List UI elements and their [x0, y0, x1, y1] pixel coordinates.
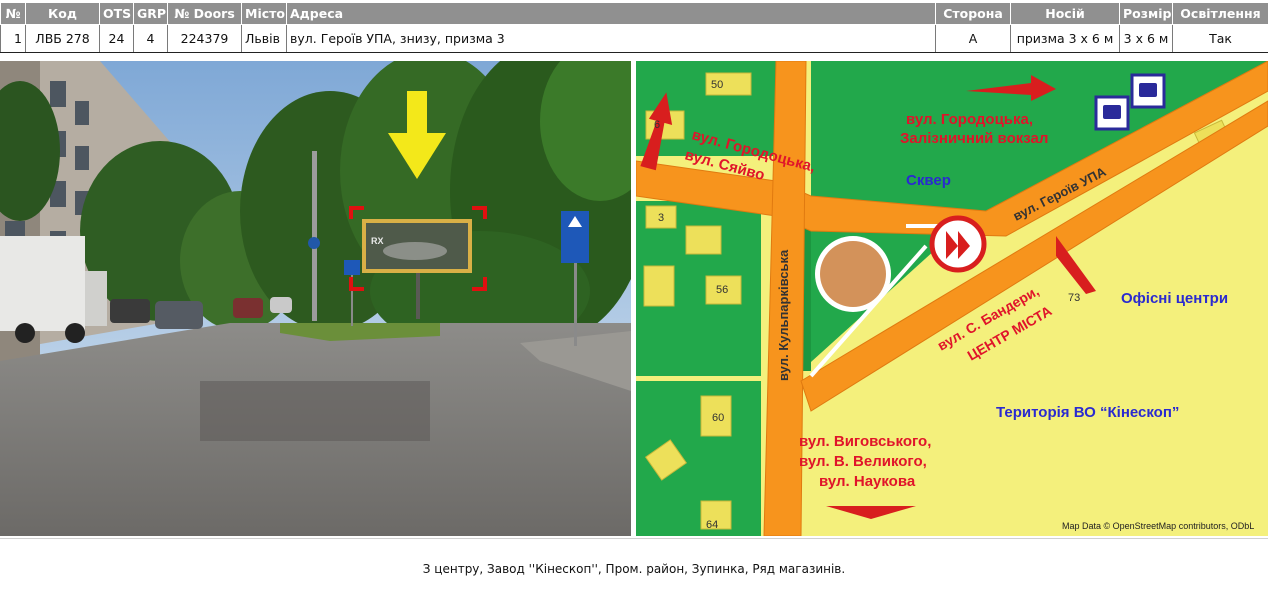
- house-number: 50: [711, 79, 723, 91]
- house-number: 6: [654, 119, 660, 131]
- header-address: Адреса: [286, 2, 936, 25]
- place-label: Сквер: [906, 172, 951, 189]
- cell-lighting: Так: [1172, 24, 1268, 53]
- cell-side: А: [935, 24, 1011, 53]
- street-label: вул. Кульпарківська: [776, 249, 791, 381]
- header-grp: GRP: [133, 2, 168, 25]
- house-number: 73: [1068, 292, 1080, 304]
- place-label: Офісні центри: [1121, 290, 1228, 307]
- cell-size: 3 х 6 м: [1119, 24, 1173, 53]
- header-carrier: Носій: [1010, 2, 1120, 25]
- location-map: 50 6 3 56 60 64 73 вул. Городоцька, вул.…: [636, 61, 1268, 536]
- header-doors: № Doors: [167, 2, 242, 25]
- header-city: Місто: [241, 2, 287, 25]
- cell-ots: 24: [99, 24, 134, 53]
- cell-grp: 4: [133, 24, 168, 53]
- header-side: Сторона: [935, 2, 1011, 25]
- cell-city: Львів: [241, 24, 287, 53]
- house-number: 60: [712, 412, 724, 424]
- header-code: Код: [25, 2, 100, 25]
- cell-code: ЛВБ 278: [25, 24, 100, 53]
- bus-stop-icon: [1094, 95, 1130, 131]
- cell-carrier: призма 3 х 6 м: [1010, 24, 1120, 53]
- table-header-row: № Код OTS GRP № Doors Місто Адреса Сторо…: [0, 2, 1268, 25]
- house-number: 64: [706, 519, 718, 531]
- header-size: Розмір: [1119, 2, 1173, 25]
- street-label: вул. В. Великого,: [799, 453, 927, 470]
- ad-location-table: № Код OTS GRP № Doors Місто Адреса Сторо…: [0, 2, 1268, 53]
- street-label: вул. Наукова: [819, 473, 916, 490]
- place-label: Територія ВО “Кінескоп”: [996, 404, 1179, 421]
- map-attribution: Map Data © OpenStreetMap contributors, O…: [1062, 521, 1254, 531]
- billboard-brand: RX: [371, 236, 384, 246]
- cell-doors: 224379: [167, 24, 242, 53]
- header-ots: OTS: [99, 2, 134, 25]
- table-bottom-divider: [0, 52, 1268, 53]
- house-number: 3: [658, 212, 664, 224]
- location-caption: З центру, Завод ''Кінескоп'', Пром. райо…: [422, 562, 846, 576]
- location-photo: RX: [0, 61, 631, 536]
- street-label: вул. Городоцька,: [906, 111, 1033, 128]
- header-num: №: [0, 2, 26, 25]
- bus-stop-icon: [1130, 73, 1166, 109]
- content-divider: [0, 538, 1268, 539]
- cell-address: вул. Героїв УПА, знизу, призма 3: [286, 24, 936, 53]
- house-number: 56: [716, 284, 728, 296]
- street-label: вул. Виговського,: [799, 433, 931, 450]
- place-label: Залізничний вокзал: [900, 130, 1048, 147]
- cell-num: 1: [0, 24, 26, 53]
- table-row: 1 ЛВБ 278 24 4 224379 Львів вул. Героїв …: [0, 24, 1268, 53]
- header-lighting: Освітлення: [1172, 2, 1268, 25]
